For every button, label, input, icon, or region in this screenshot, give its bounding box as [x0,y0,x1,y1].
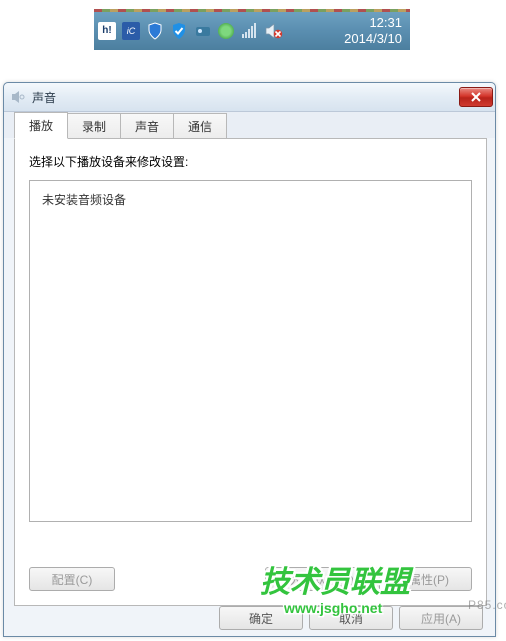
tab-communications[interactable]: 通信 [173,113,227,139]
tab-recording[interactable]: 录制 [67,113,121,139]
green-status-icon[interactable] [218,23,234,39]
tab-sounds[interactable]: 声音 [120,113,174,139]
titlebar[interactable]: 声音 [4,83,495,112]
panel-button-row: 配置(C) 设为默认值(S) ▼ 属性(P) [29,567,472,591]
device-list[interactable]: 未安装音频设备 [29,180,472,522]
button-label: 确定 [249,610,273,627]
system-taskbar: h! iC [94,12,410,50]
tray-ic-icon[interactable]: iC [122,22,140,40]
instruction-text: 选择以下播放设备来修改设置: [29,153,472,170]
cancel-button[interactable]: 取消 [309,606,393,630]
ok-button[interactable]: 确定 [219,606,303,630]
taskbar-clock[interactable]: 12:31 2014/3/10 [344,15,406,47]
signal-bars-icon[interactable] [240,22,258,40]
button-label: 配置(C) [52,571,93,588]
configure-button[interactable]: 配置(C) [29,567,115,591]
tab-label: 声音 [135,120,159,134]
clock-date: 2014/3/10 [344,31,402,47]
volume-muted-icon[interactable] [264,22,282,40]
button-label: 属性(P) [409,571,449,588]
button-label: 设为默认值(S) [278,571,354,588]
button-label: 取消 [339,610,363,627]
dropdown-arrow-icon: ▼ [358,574,367,584]
close-button[interactable] [459,87,493,107]
network-globe-icon[interactable] [194,22,212,40]
button-label: 应用(A) [421,610,461,627]
apply-button[interactable]: 应用(A) [399,606,483,630]
tab-label: 播放 [29,119,53,133]
dialog-footer: 确定 取消 应用(A) [219,606,483,630]
tab-label: 录制 [82,120,106,134]
shield-blue-icon[interactable] [146,22,164,40]
clock-time: 12:31 [344,15,402,31]
tab-panel-playback: 选择以下播放设备来修改设置: 未安装音频设备 配置(C) 设为默认值(S) ▼ … [14,138,487,606]
tabstrip: 播放 录制 声音 通信 [4,112,495,138]
tray-hi-icon[interactable]: h! [98,22,116,40]
window-title: 声音 [32,89,459,106]
empty-device-message: 未安装音频设备 [42,193,126,207]
sound-dialog: 声音 播放 录制 声音 通信 选择以下播放设备来修改设置: 未安装音频设备 配置… [3,82,496,637]
set-default-button[interactable]: 设为默认值(S) ▼ [265,567,380,591]
tray-icons: h! iC [98,22,344,40]
sound-title-icon [10,89,26,105]
tab-playback[interactable]: 播放 [14,112,68,139]
properties-button[interactable]: 属性(P) [386,567,472,591]
shield-check-icon[interactable] [170,22,188,40]
tab-label: 通信 [188,120,212,134]
